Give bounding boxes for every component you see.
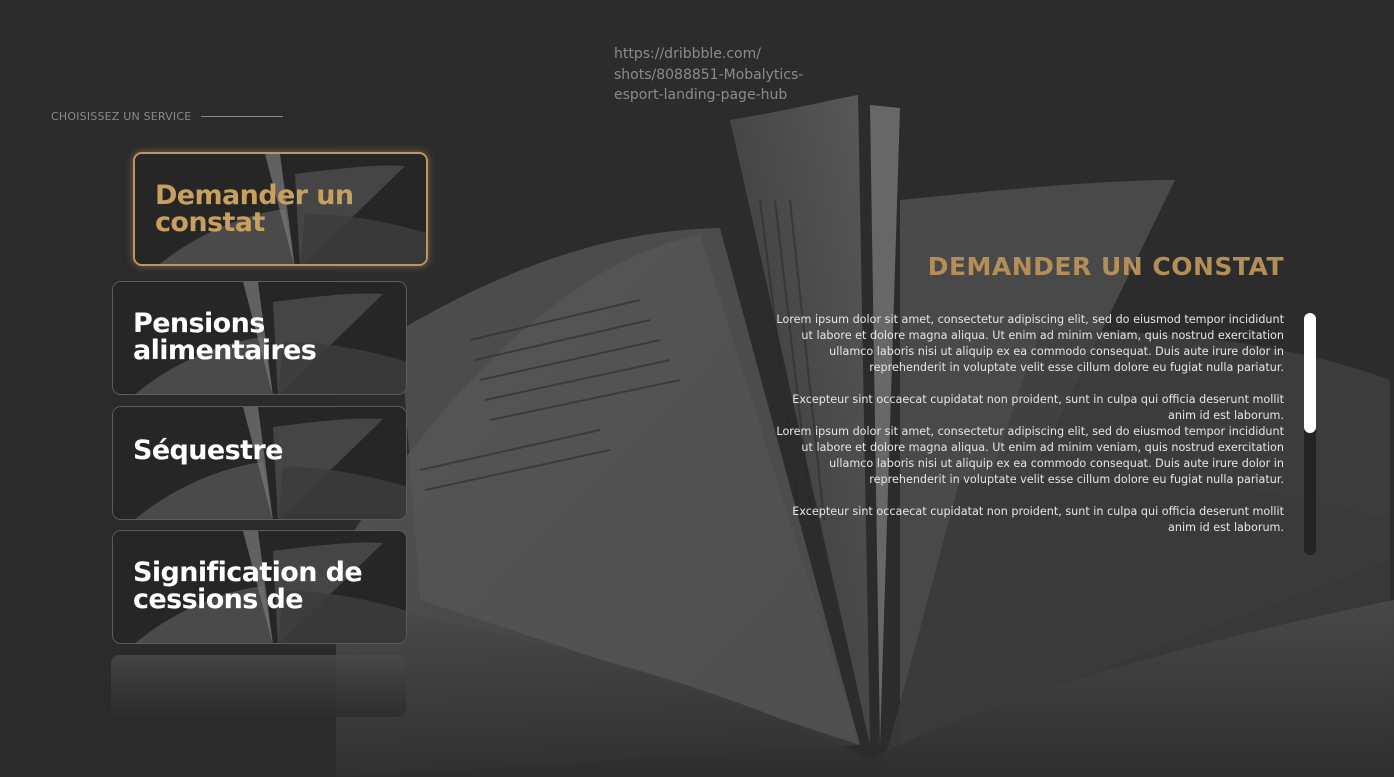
service-card-next-faded[interactable]	[111, 655, 406, 717]
landing-page: https://dribbble.com/ shots/8088851-Moba…	[0, 0, 1394, 777]
section-label-text: CHOISISSEZ UN SERVICE	[51, 110, 192, 123]
service-card-title: Séquestre	[133, 435, 283, 466]
service-card-title: Demander un constat	[155, 180, 354, 238]
detail-paragraph: Excepteur sint occaecat cupidatat non pr…	[792, 505, 1284, 534]
section-label-rule	[201, 116, 284, 117]
detail-paragraph: Lorem ipsum dolor sit amet, consectetur …	[776, 425, 1284, 486]
section-label: CHOISISSEZ UN SERVICE	[51, 110, 284, 123]
service-card-signification-de-cessions[interactable]: Signification de cessions de	[112, 530, 407, 644]
service-card-sequestre[interactable]: Séquestre	[112, 406, 407, 520]
detail-paragraph: Excepteur sint occaecat cupidatat non pr…	[792, 393, 1284, 422]
service-card-demander-un-constat[interactable]: Demander un constat	[133, 152, 428, 266]
scrollbar-thumb[interactable]	[1304, 313, 1316, 433]
service-card-pensions-alimentaires[interactable]: Pensions alimentaires	[112, 281, 407, 395]
reference-url: https://dribbble.com/ shots/8088851-Moba…	[614, 46, 804, 103]
detail-paragraph: Lorem ipsum dolor sit amet, consectetur …	[776, 313, 1284, 374]
service-card-title: Pensions alimentaires	[133, 308, 317, 366]
service-card-title: Signification de cessions de	[133, 557, 363, 615]
detail-title: DEMANDER UN CONSTAT	[927, 252, 1284, 281]
detail-body: Lorem ipsum dolor sit amet, consectetur …	[764, 312, 1284, 552]
detail-scrollbar[interactable]	[1304, 313, 1316, 555]
